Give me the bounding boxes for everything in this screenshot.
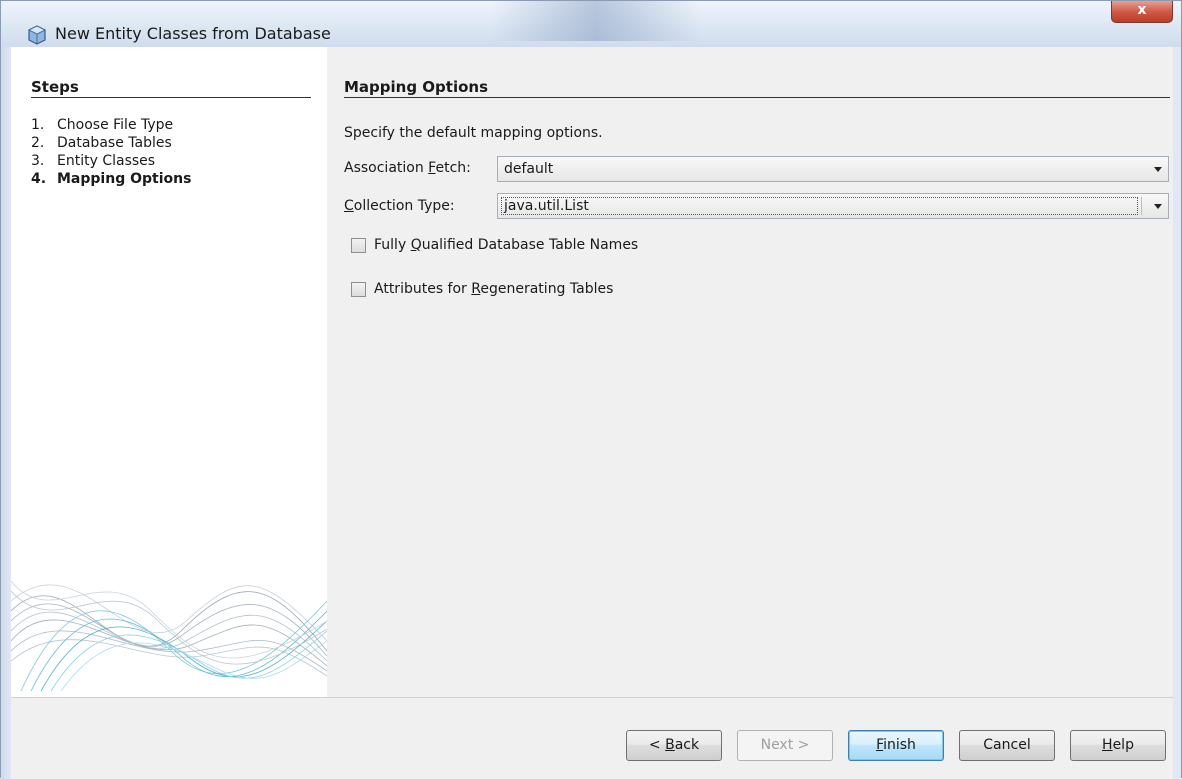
fully-qualified-names-checkbox[interactable] [351,237,366,253]
regenerating-tables-checkbox-row[interactable]: Attributes for Regenerating Tables [351,281,613,297]
collection-type-label: Collection Type: [344,198,455,214]
label-text: etch: [435,160,471,176]
step-label: Choose File Type [57,117,174,133]
label-text: Fully [374,237,411,253]
association-fetch-dropdown[interactable]: default [497,156,1169,182]
page-description: Specify the default mapping options. [344,125,603,141]
regenerating-tables-checkbox[interactable] [351,281,366,297]
window-frame-right [1173,47,1181,779]
steps-divider [31,97,311,98]
window-title: New Entity Classes from Database [55,24,331,43]
label-text: ualified Database Table Names [421,237,639,253]
fully-qualified-names-checkbox-row[interactable]: Fully Qualified Database Table Names [351,237,638,253]
finish-button[interactable]: Finish [848,730,944,761]
association-fetch-value: default [504,161,554,177]
close-icon: x [1137,2,1147,18]
step-label: Database Tables [57,135,172,151]
back-button[interactable]: < Back [626,730,722,761]
label-text: ollection Type: [353,198,455,214]
page-title: Mapping Options [344,78,489,96]
label-mnemonic: R [471,281,481,297]
chevron-down-icon[interactable] [1154,204,1162,209]
step-item-entity-classes: 3. Entity Classes [31,153,155,169]
steps-heading: Steps [31,78,79,96]
button-mnemonic: B [665,737,675,753]
collection-type-dropdown[interactable]: java.util.List [497,193,1169,219]
dialog-window: New Entity Classes from Database x Steps… [0,0,1182,779]
button-text: inish [883,737,916,753]
step-number: 4. [31,171,47,187]
title-bar-background-blur [491,1,701,41]
help-button[interactable]: Help [1070,730,1166,761]
step-number: 2. [31,135,45,151]
button-text: elp [1112,737,1134,753]
label-text: egenerating Tables [480,281,614,297]
decorative-waves-image [11,580,327,692]
button-text: ack [674,737,700,753]
collection-type-value: java.util.List [504,198,589,214]
step-item-mapping-options: 4. Mapping Options [31,171,191,187]
netbeans-cube-icon [28,25,46,45]
label-mnemonic: C [344,198,354,214]
checkbox-label: Fully Qualified Database Table Names [374,237,638,253]
button-text: < [648,737,666,753]
label-text: Association [344,160,429,176]
label-mnemonic: Q [410,237,422,253]
page-title-divider [344,97,1170,98]
step-item-database-tables: 2. Database Tables [31,135,172,151]
window-frame-left [1,47,11,779]
content-panel [327,47,1173,697]
step-label: Entity Classes [57,153,156,169]
close-button[interactable]: x [1111,1,1173,23]
focus-indicator [501,197,1138,215]
chevron-down-icon[interactable] [1154,167,1162,172]
association-fetch-label: Association Fetch: [344,160,471,176]
step-number: 3. [31,153,45,169]
dropdown-separator [1141,197,1142,215]
step-number: 1. [31,117,45,133]
step-label: Mapping Options [57,171,192,187]
next-button[interactable]: Next > [737,730,833,761]
button-mnemonic: H [1102,737,1113,753]
step-item-choose-file-type: 1. Choose File Type [31,117,173,133]
label-text: Attributes for [374,281,472,297]
title-bar[interactable]: New Entity Classes from Database x [1,1,1181,47]
checkbox-label: Attributes for Regenerating Tables [374,281,613,297]
cancel-button[interactable]: Cancel [959,730,1055,761]
